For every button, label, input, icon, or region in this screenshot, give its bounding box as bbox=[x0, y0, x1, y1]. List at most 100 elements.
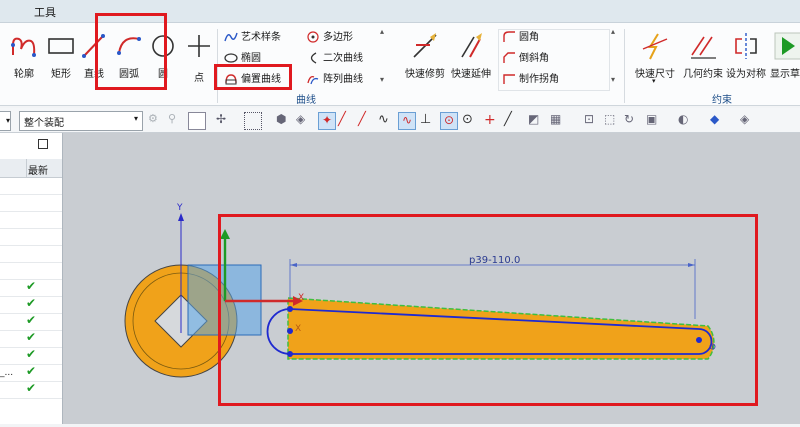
geometric-constraints-button[interactable]: 几何约束 bbox=[680, 27, 726, 83]
endpoint-icon[interactable]: ╱ bbox=[338, 112, 354, 128]
point-on-face-icon[interactable]: ╱ bbox=[504, 112, 520, 128]
chevron-down-icon: ▾ bbox=[133, 114, 138, 123]
curve-expand-icon[interactable]: ▴ bbox=[380, 27, 384, 36]
quick-extend-label: 快速延伸 bbox=[451, 69, 491, 80]
navigator-row[interactable] bbox=[0, 228, 62, 246]
select-filter-icon[interactable]: ⚙ bbox=[148, 112, 164, 128]
geometric-constraints-label: 几何约束 bbox=[683, 69, 723, 80]
polygon-button[interactable]: 多边形 bbox=[306, 30, 353, 46]
rotate-icon[interactable]: ↻ bbox=[624, 112, 640, 128]
profile-icon bbox=[11, 37, 36, 57]
type-filter-dropdown[interactable]: ▾ bbox=[0, 111, 11, 131]
pattern-curve-button[interactable]: 阵列曲线 bbox=[306, 72, 363, 88]
make-corner-label: 制作拐角 bbox=[519, 74, 559, 85]
maximize-icon[interactable] bbox=[38, 139, 48, 149]
part-navigator: 最新 ✔ ✔ ✔ ✔ ✔ ✔ ✔ _... bbox=[0, 133, 63, 424]
curve-group-label: 曲线 bbox=[296, 95, 316, 106]
make-symmetric-icon bbox=[735, 33, 757, 59]
assembly-filter-dropdown[interactable]: 整个装配 ▾ bbox=[19, 111, 143, 131]
quadrant-icon[interactable]: ⊙ bbox=[462, 112, 478, 128]
display-sketch-label: 显示草图 bbox=[770, 69, 800, 80]
geometric-constraints-icon bbox=[691, 36, 716, 59]
intersection-icon[interactable]: ∿ bbox=[398, 112, 416, 130]
midpoint-icon[interactable]: ╱ bbox=[358, 112, 374, 128]
control-point-icon[interactable]: ∿ bbox=[378, 112, 394, 128]
rectangle-icon bbox=[48, 38, 74, 54]
point-button[interactable]: 点 bbox=[184, 27, 214, 84]
navigator-row[interactable]: ✔ bbox=[0, 279, 62, 297]
truncated-row-label: _... bbox=[0, 368, 14, 378]
conic-label: 二次曲线 bbox=[323, 53, 363, 64]
navigator-row[interactable]: ✔ bbox=[0, 296, 62, 314]
conic-button[interactable]: 二次曲线 bbox=[306, 51, 363, 67]
tangent-icon[interactable]: ⊥ bbox=[420, 112, 436, 128]
graphics-window[interactable]: ⊘ p39-110.0 Y X X bbox=[63, 133, 800, 424]
chamfer-button[interactable]: 倒斜角 bbox=[502, 51, 549, 67]
navigator-row[interactable]: ✔ bbox=[0, 330, 62, 348]
move-icon[interactable]: ✢ bbox=[216, 112, 232, 128]
pattern-curve-label: 阵列曲线 bbox=[323, 74, 363, 85]
zoom-icon[interactable]: ⬚ bbox=[604, 112, 620, 128]
point-on-curve-icon[interactable]: + bbox=[484, 112, 500, 128]
navigator-row[interactable] bbox=[0, 194, 62, 212]
assembly-filter-value: 整个装配 bbox=[24, 118, 64, 129]
point-icon bbox=[188, 35, 210, 57]
render-style-icon[interactable]: ◐ bbox=[678, 112, 694, 128]
menu-tools[interactable]: 工具 bbox=[34, 4, 56, 20]
pattern-curve-icon bbox=[307, 75, 319, 85]
checkmark-icon: ✔ bbox=[26, 313, 37, 327]
selection-box-icon[interactable] bbox=[188, 112, 206, 130]
highlight-box-arc bbox=[95, 13, 167, 90]
navigator-row[interactable] bbox=[0, 245, 62, 263]
column-header-latest[interactable]: 最新 bbox=[28, 162, 48, 177]
navigator-row[interactable] bbox=[0, 177, 62, 195]
fillet-label: 圆角 bbox=[519, 32, 539, 43]
checkmark-icon: ✔ bbox=[26, 330, 37, 344]
polygon-icon bbox=[307, 31, 319, 43]
edit-more-icon[interactable]: ▾ bbox=[611, 75, 615, 84]
spline-icon bbox=[224, 32, 238, 42]
edit-expand-icon[interactable]: ▴ bbox=[611, 27, 615, 36]
rectangle-button[interactable]: 矩形 bbox=[44, 27, 78, 80]
grid-icon[interactable]: ▦ bbox=[550, 112, 566, 128]
display-icon[interactable]: ◆ bbox=[710, 112, 726, 128]
fillet-button[interactable]: 圆角 bbox=[502, 30, 539, 46]
bounded-grid-icon[interactable]: ◩ bbox=[528, 112, 544, 128]
snap-point-icon[interactable]: ✦ bbox=[318, 112, 336, 130]
quick-extend-button[interactable]: 快速延伸 bbox=[448, 27, 494, 83]
checkmark-icon: ✔ bbox=[26, 381, 37, 395]
rectangle-select-icon[interactable] bbox=[244, 112, 262, 130]
navigator-row[interactable] bbox=[0, 211, 62, 229]
display-sketch-button[interactable]: 显示草图 bbox=[768, 27, 800, 87]
checkmark-icon: ✔ bbox=[26, 296, 37, 310]
rapid-dimension-button[interactable]: 快速尺寸 ▾ bbox=[632, 27, 678, 87]
point-label: 点 bbox=[194, 73, 204, 84]
profile-button[interactable]: 轮廓 bbox=[6, 27, 42, 80]
studio-spline-button[interactable]: 艺术样条 bbox=[224, 30, 281, 46]
checkmark-icon: ✔ bbox=[26, 279, 37, 293]
y-axis-label: Y bbox=[177, 203, 183, 213]
curve-more-icon[interactable]: ▾ bbox=[380, 75, 384, 84]
quick-trim-icon bbox=[413, 33, 437, 58]
navigator-row[interactable]: ✔ bbox=[0, 313, 62, 331]
navigator-row[interactable]: ✔ bbox=[0, 347, 62, 365]
arc-center-icon[interactable]: ⊙ bbox=[440, 112, 458, 130]
solid-icon[interactable]: ⬢ bbox=[276, 112, 292, 128]
conic-icon bbox=[310, 52, 317, 64]
view-fit-icon[interactable]: ⊡ bbox=[584, 112, 600, 128]
quick-trim-button[interactable]: 快速修剪 bbox=[402, 27, 448, 83]
highlight-box-offset-curve bbox=[214, 64, 292, 90]
make-corner-button[interactable]: 制作拐角 bbox=[502, 72, 559, 88]
orient-view-icon[interactable]: ▣ bbox=[646, 112, 662, 128]
display-sketch-icon bbox=[774, 32, 800, 60]
show-hide-icon[interactable]: ◈ bbox=[740, 112, 756, 128]
dimension-dropdown-icon[interactable]: ▾ bbox=[652, 77, 656, 85]
rapid-dimension-icon bbox=[642, 33, 668, 60]
face-icon[interactable]: ◈ bbox=[296, 112, 312, 128]
navigator-row[interactable] bbox=[0, 262, 62, 280]
snap-filter-icon[interactable]: ⚲ bbox=[168, 112, 184, 128]
y-axis-arrow bbox=[178, 213, 184, 221]
navigator-row[interactable]: ✔ bbox=[0, 381, 62, 399]
make-symmetric-button[interactable]: 设为对称 bbox=[726, 27, 766, 83]
studio-spline-label: 艺术样条 bbox=[241, 32, 281, 43]
